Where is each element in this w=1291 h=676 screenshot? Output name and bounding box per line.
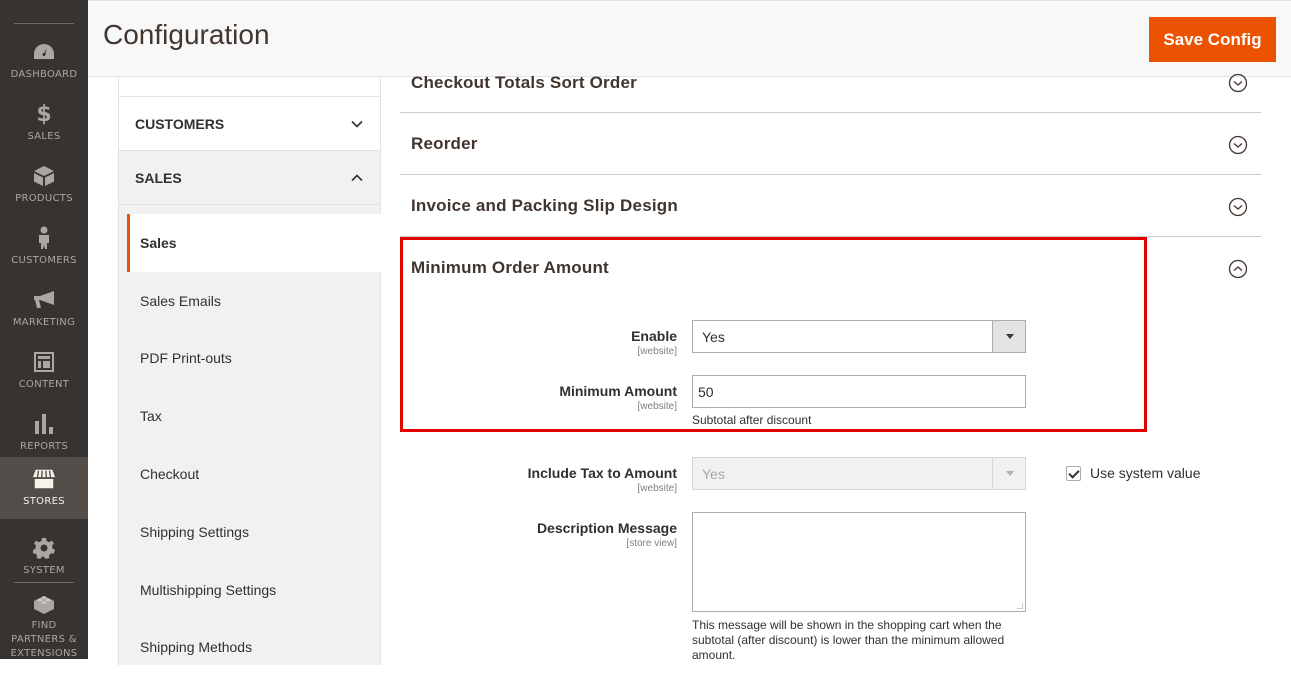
nav-label: Sales <box>27 131 61 142</box>
box-icon <box>32 164 56 188</box>
config-tab-tax[interactable]: Tax <box>127 387 382 445</box>
config-tab-checkout[interactable]: Checkout <box>127 445 382 503</box>
dollar-icon: $ <box>36 101 52 127</box>
nav-label: Marketing <box>12 317 76 328</box>
config-content: Checkout Totals Sort Order Reorder Invoi… <box>400 73 1261 662</box>
dropdown-arrow-icon <box>992 458 1025 489</box>
field-description-message: Description Message [store view] This me… <box>400 512 1261 662</box>
nav-label: Customers <box>11 255 77 266</box>
field-scope: [website] <box>637 401 677 412</box>
include-tax-select[interactable]: Yes <box>692 457 1026 490</box>
enable-select[interactable]: Yes <box>692 320 1026 353</box>
nav-item-system[interactable]: System <box>0 526 88 588</box>
group-invoice-packing-slip-design[interactable]: Invoice and Packing Slip Design <box>400 175 1261 237</box>
expand-circle-icon[interactable] <box>1228 73 1248 93</box>
field-label: Description Message <box>536 520 677 536</box>
nav-item-find-partners[interactable]: Find Partners & Extensions <box>0 583 88 659</box>
config-tab-sales[interactable]: Sales <box>127 214 382 272</box>
layout-icon <box>32 350 56 374</box>
nav-item-customers[interactable]: Customers <box>0 216 88 278</box>
megaphone-icon <box>32 288 56 312</box>
use-system-value-checkbox[interactable]: Use system value <box>1066 465 1200 481</box>
select-value: Yes <box>702 466 725 482</box>
minimum-amount-input[interactable] <box>692 375 1026 408</box>
config-tab-shipping-methods[interactable]: Shipping Methods <box>127 618 382 676</box>
collapse-circle-icon[interactable] <box>1228 259 1248 279</box>
config-section-customers[interactable]: CUSTOMERS <box>118 97 381 151</box>
field-note: This message will be shown in the shoppi… <box>692 618 1005 662</box>
group-reorder[interactable]: Reorder <box>400 113 1261 175</box>
group-minimum-order-amount[interactable]: Minimum Order Amount <box>400 237 1261 299</box>
page-title: Configuration <box>103 19 270 50</box>
store-icon <box>32 467 56 491</box>
field-enable: Enable [website] Yes <box>400 320 1261 360</box>
nav-label: Reports <box>20 441 68 452</box>
expand-circle-icon[interactable] <box>1228 197 1248 217</box>
nav-divider <box>14 23 74 24</box>
group-title: Invoice and Packing Slip Design <box>411 196 678 215</box>
nav-item-dashboard[interactable]: Dashboard <box>0 30 88 92</box>
nav-label: Stores <box>23 496 65 507</box>
nav-item-marketing[interactable]: Marketing <box>0 278 88 340</box>
nav-item-content[interactable]: Content <box>0 340 88 402</box>
section-label: CUSTOMERS <box>135 115 225 132</box>
nav-label: Dashboard <box>10 69 78 80</box>
field-label: Include Tax to Amount <box>527 465 677 481</box>
config-tab-pdf-printouts[interactable]: PDF Print-outs <box>127 329 382 387</box>
config-tab-multishipping-settings[interactable]: Multishipping Settings <box>127 561 382 619</box>
field-include-tax: Include Tax to Amount [website] Yes Use … <box>400 457 1261 497</box>
resize-handle[interactable] <box>1017 603 1023 609</box>
config-tab-shipping-settings[interactable]: Shipping Settings <box>127 503 382 561</box>
field-scope: [store view] <box>626 538 677 549</box>
checkbox-label: Use system value <box>1090 465 1201 481</box>
lego-brick-icon <box>32 593 56 615</box>
nav-item-sales[interactable]: $ Sales <box>0 92 88 154</box>
nav-item-reports[interactable]: Reports <box>0 402 88 464</box>
field-scope: [website] <box>637 346 677 357</box>
field-label: Enable <box>631 328 677 344</box>
config-tabs: CUSTOMERS SALES Sales Sales Emails PDF P… <box>118 77 382 665</box>
gear-icon <box>32 536 56 560</box>
chevron-up-icon <box>351 173 363 181</box>
group-title: Minimum Order Amount <box>411 258 609 277</box>
person-icon <box>32 226 56 250</box>
nav-item-products[interactable]: Products <box>0 154 88 216</box>
expand-circle-icon[interactable] <box>1228 135 1248 155</box>
nav-label: Content <box>18 379 70 390</box>
group-checkout-totals-sort-order[interactable]: Checkout Totals Sort Order <box>400 50 1261 113</box>
nav-label: Find Partners & Extensions <box>10 620 78 659</box>
description-message-textarea[interactable] <box>692 512 1026 612</box>
dashboard-icon <box>32 40 56 64</box>
config-tab-previous-section <box>118 77 381 97</box>
field-scope: [website] <box>637 483 677 494</box>
checkbox-checked-icon[interactable] <box>1066 465 1081 481</box>
chevron-down-icon <box>351 120 363 128</box>
group-title: Reorder <box>411 134 478 153</box>
nav-label: Products <box>15 193 73 204</box>
dropdown-arrow-icon <box>992 321 1025 352</box>
nav-label: System <box>23 565 65 576</box>
field-label: Minimum Amount <box>559 383 677 399</box>
config-tab-sales-emails[interactable]: Sales Emails <box>127 272 382 330</box>
sales-subitems: Sales Sales Emails PDF Print-outs Tax Ch… <box>118 205 382 665</box>
section-label: SALES <box>135 169 182 186</box>
field-note: Subtotal after discount <box>692 413 812 427</box>
config-section-sales[interactable]: SALES <box>118 151 381 205</box>
nav-item-stores[interactable]: Stores <box>0 457 88 519</box>
field-minimum-amount: Minimum Amount [website] Subtotal after … <box>400 375 1261 430</box>
select-value: Yes <box>702 329 725 345</box>
bar-chart-icon <box>32 412 56 436</box>
group-title: Checkout Totals Sort Order <box>411 73 637 92</box>
admin-sidebar: Dashboard $ Sales Products Customers Mar… <box>0 0 88 659</box>
